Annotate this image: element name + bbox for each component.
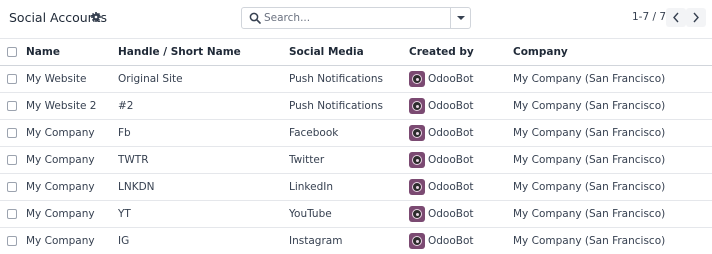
avatar — [409, 233, 425, 249]
cell-company[interactable]: My Company (San Francisco) — [513, 201, 712, 228]
created-by-label: OdooBot — [428, 181, 474, 193]
created-by-label: OdooBot — [428, 127, 474, 139]
user-chip[interactable]: OdooBot — [409, 125, 513, 141]
cell-social-media[interactable]: Facebook — [289, 120, 409, 147]
column-header-handle[interactable]: Handle / Short Name — [118, 39, 289, 66]
select-all-cell[interactable] — [0, 39, 26, 66]
cell-handle[interactable]: TWTR — [118, 147, 289, 174]
cell-social-media[interactable]: Push Notifications — [289, 66, 409, 93]
row-checkbox[interactable] — [7, 155, 17, 165]
cell-company[interactable]: My Company (San Francisco) — [513, 174, 712, 201]
row-select-cell[interactable] — [0, 201, 26, 228]
cell-handle[interactable]: Fb — [118, 120, 289, 147]
cell-handle[interactable]: IG — [118, 228, 289, 254]
avatar — [409, 206, 425, 222]
cell-social-media[interactable]: LinkedIn — [289, 174, 409, 201]
column-header-name[interactable]: Name — [26, 39, 118, 66]
avatar — [409, 98, 425, 114]
table-row[interactable]: My Website Original Site Push Notification… — [0, 66, 712, 93]
row-checkbox[interactable] — [7, 236, 17, 246]
row-select-cell[interactable] — [0, 93, 26, 120]
row-select-cell[interactable] — [0, 228, 26, 254]
avatar — [409, 125, 425, 141]
row-checkbox[interactable] — [7, 182, 17, 192]
created-by-label: OdooBot — [428, 73, 474, 85]
user-chip[interactable]: OdooBot — [409, 179, 513, 195]
row-select-cell[interactable] — [0, 120, 26, 147]
user-chip[interactable]: OdooBot — [409, 233, 513, 249]
table-row[interactable]: My Company TWTR Twitter OdooBot My Company (… — [0, 147, 712, 174]
cell-name[interactable]: My Company — [26, 201, 118, 228]
table-row[interactable]: My Company Fb Facebook OdooBot My Company (S… — [0, 120, 712, 147]
row-select-cell[interactable] — [0, 174, 26, 201]
cell-company[interactable]: My Company (San Francisco) — [513, 120, 712, 147]
cell-created-by[interactable]: OdooBot — [409, 228, 513, 254]
table-row[interactable]: My Company YT YouTube OdooBot My Company (Sa… — [0, 201, 712, 228]
avatar — [409, 152, 425, 168]
cell-created-by[interactable]: OdooBot — [409, 174, 513, 201]
chevron-right-icon — [693, 12, 699, 23]
search-box — [241, 7, 471, 29]
pager-next-button[interactable] — [686, 8, 706, 27]
search-icon — [249, 12, 261, 24]
user-chip[interactable]: OdooBot — [409, 206, 513, 222]
column-header-created-by[interactable]: Created by — [409, 39, 513, 66]
cell-name[interactable]: My Company — [26, 147, 118, 174]
table-header-row: Name Handle / Short Name Social Media Cr… — [0, 38, 712, 66]
search-input[interactable] — [264, 10, 434, 26]
cell-created-by[interactable]: OdooBot — [409, 147, 513, 174]
row-select-cell[interactable] — [0, 147, 26, 174]
cell-name[interactable]: My Website — [26, 66, 118, 93]
created-by-label: OdooBot — [428, 100, 474, 112]
cell-created-by[interactable]: OdooBot — [409, 201, 513, 228]
cell-handle[interactable]: Original Site — [118, 66, 289, 93]
cell-social-media[interactable]: YouTube — [289, 201, 409, 228]
created-by-label: OdooBot — [428, 154, 474, 166]
row-checkbox[interactable] — [7, 209, 17, 219]
cell-handle[interactable]: LNKDN — [118, 174, 289, 201]
cell-name[interactable]: My Website 2 — [26, 93, 118, 120]
cell-social-media[interactable]: Twitter — [289, 147, 409, 174]
row-checkbox[interactable] — [7, 74, 17, 84]
cell-created-by[interactable]: OdooBot — [409, 93, 513, 120]
row-select-cell[interactable] — [0, 66, 26, 93]
table-row[interactable]: My Company LNKDN LinkedIn OdooBot My Company… — [0, 174, 712, 201]
chevron-left-icon — [673, 12, 679, 23]
user-chip[interactable]: OdooBot — [409, 98, 513, 114]
cell-company[interactable]: My Company (San Francisco) — [513, 93, 712, 120]
cell-handle[interactable]: #2 — [118, 93, 289, 120]
column-header-social-media[interactable]: Social Media — [289, 39, 409, 66]
control-panel: Social Accounts 1-7 / 7 — [0, 0, 712, 38]
row-checkbox[interactable] — [7, 128, 17, 138]
accounts-table: Name Handle / Short Name Social Media Cr… — [0, 38, 712, 254]
pager-previous-button[interactable] — [666, 8, 686, 27]
cell-created-by[interactable]: OdooBot — [409, 120, 513, 147]
cell-company[interactable]: My Company (San Francisco) — [513, 228, 712, 254]
cell-name[interactable]: My Company — [26, 228, 118, 254]
cell-company[interactable]: My Company (San Francisco) — [513, 147, 712, 174]
caret-down-icon — [457, 16, 465, 20]
cell-social-media[interactable]: Push Notifications — [289, 93, 409, 120]
row-checkbox[interactable] — [7, 101, 17, 111]
created-by-label: OdooBot — [428, 208, 474, 220]
column-header-company[interactable]: Company — [513, 39, 712, 66]
gear-icon[interactable] — [91, 12, 101, 22]
cell-social-media[interactable]: Instagram — [289, 228, 409, 254]
table-row[interactable]: My Website 2 #2 Push Notifications OdooBot M… — [0, 93, 712, 120]
cell-handle[interactable]: YT — [118, 201, 289, 228]
pager-value[interactable]: 1-7 / 7 — [632, 11, 666, 23]
avatar — [409, 71, 425, 87]
avatar — [409, 179, 425, 195]
created-by-label: OdooBot — [428, 235, 474, 247]
cell-name[interactable]: My Company — [26, 174, 118, 201]
user-chip[interactable]: OdooBot — [409, 152, 513, 168]
search-options-toggle[interactable] — [450, 8, 470, 28]
table-row[interactable]: My Company IG Instagram OdooBot My Company (… — [0, 228, 712, 254]
user-chip[interactable]: OdooBot — [409, 71, 513, 87]
cell-created-by[interactable]: OdooBot — [409, 66, 513, 93]
cell-company[interactable]: My Company (San Francisco) — [513, 66, 712, 93]
select-all-checkbox[interactable] — [7, 47, 17, 57]
cell-name[interactable]: My Company — [26, 120, 118, 147]
